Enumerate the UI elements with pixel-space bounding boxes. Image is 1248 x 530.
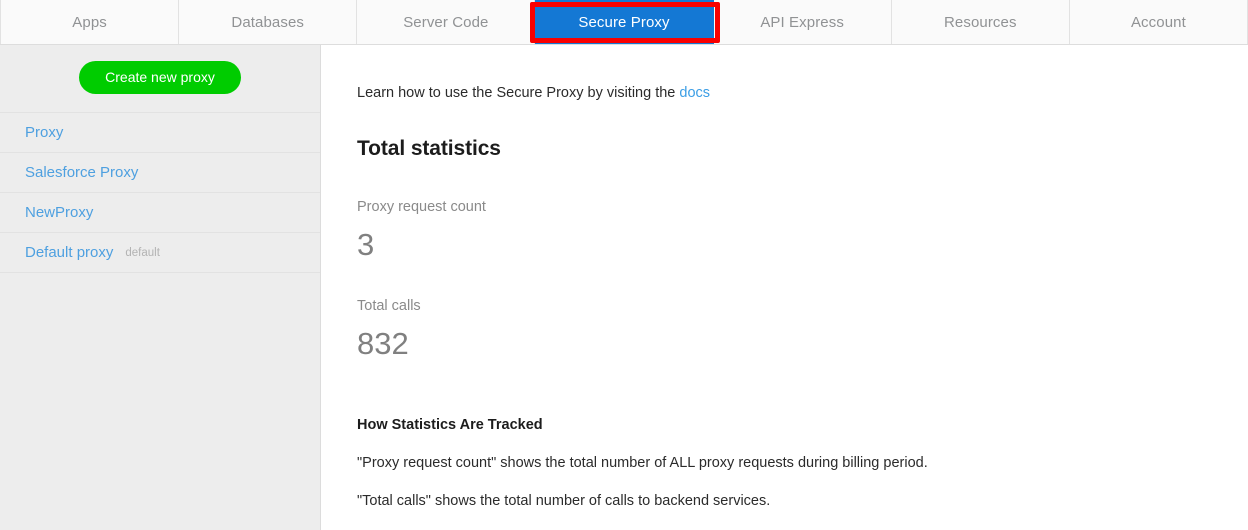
tab-label: Secure Proxy (578, 13, 670, 31)
tab-databases[interactable]: Databases (179, 0, 358, 44)
sidebar-item-salesforce-proxy[interactable]: Salesforce Proxy (0, 153, 320, 194)
secure-proxy-content: Learn how to use the Secure Proxy by vis… (321, 45, 1248, 530)
default-badge: default (125, 246, 160, 259)
tab-label: Account (1130, 13, 1186, 31)
intro-text: Learn how to use the Secure Proxy by vis… (357, 85, 1248, 101)
tab-apps[interactable]: Apps (0, 0, 180, 44)
docs-link[interactable]: docs (679, 85, 710, 101)
proxy-list: Proxy Salesforce Proxy NewProxy Default … (0, 112, 320, 274)
sidebar-item-default-proxy[interactable]: Default proxy default (0, 233, 320, 274)
tab-label: API Express (760, 13, 844, 31)
stat-label-total-calls: Total calls (357, 298, 421, 314)
tab-label: Server Code (403, 13, 489, 31)
main-tab-bar: Apps Databases Server Code Secure Proxy … (0, 0, 1248, 45)
create-new-proxy-button[interactable]: Create new proxy (79, 61, 241, 95)
tab-label: Resources (943, 13, 1017, 31)
stat-value-proxy-request-count: 3 (357, 227, 375, 262)
proxy-item-label: NewProxy (25, 204, 94, 222)
sidebar-item-newproxy[interactable]: NewProxy (0, 193, 320, 234)
proxy-item-label: Salesforce Proxy (25, 164, 139, 182)
sidebar-item-proxy[interactable]: Proxy (0, 113, 320, 154)
how-statistics-tracked-title: How Statistics Are Tracked (357, 417, 543, 433)
tab-account[interactable]: Account (1069, 0, 1248, 44)
stat-label-proxy-request-count: Proxy request count (357, 199, 486, 215)
proxy-sidebar: Create new proxy Proxy Salesforce Proxy … (0, 45, 321, 530)
stat-value-total-calls: 832 (357, 326, 409, 361)
create-proxy-button-container: Create new proxy (0, 45, 320, 112)
tab-api-express[interactable]: API Express (713, 0, 892, 44)
tracked-description-line: "Proxy request count" shows the total nu… (357, 455, 928, 471)
tab-server-code[interactable]: Server Code (357, 0, 536, 44)
tab-label: Apps (72, 13, 107, 31)
page-title: Total statistics (357, 137, 501, 160)
tab-label: Databases (231, 13, 305, 31)
intro-prefix: Learn how to use the Secure Proxy by vis… (357, 85, 680, 101)
tab-resources[interactable]: Resources (891, 0, 1070, 44)
page-body: Create new proxy Proxy Salesforce Proxy … (0, 45, 1248, 530)
tracked-description-line: "Total calls" shows the total number of … (357, 493, 771, 509)
proxy-item-label: Default proxy (25, 244, 114, 262)
proxy-item-label: Proxy (25, 124, 64, 142)
tab-secure-proxy[interactable]: Secure Proxy (535, 0, 714, 44)
